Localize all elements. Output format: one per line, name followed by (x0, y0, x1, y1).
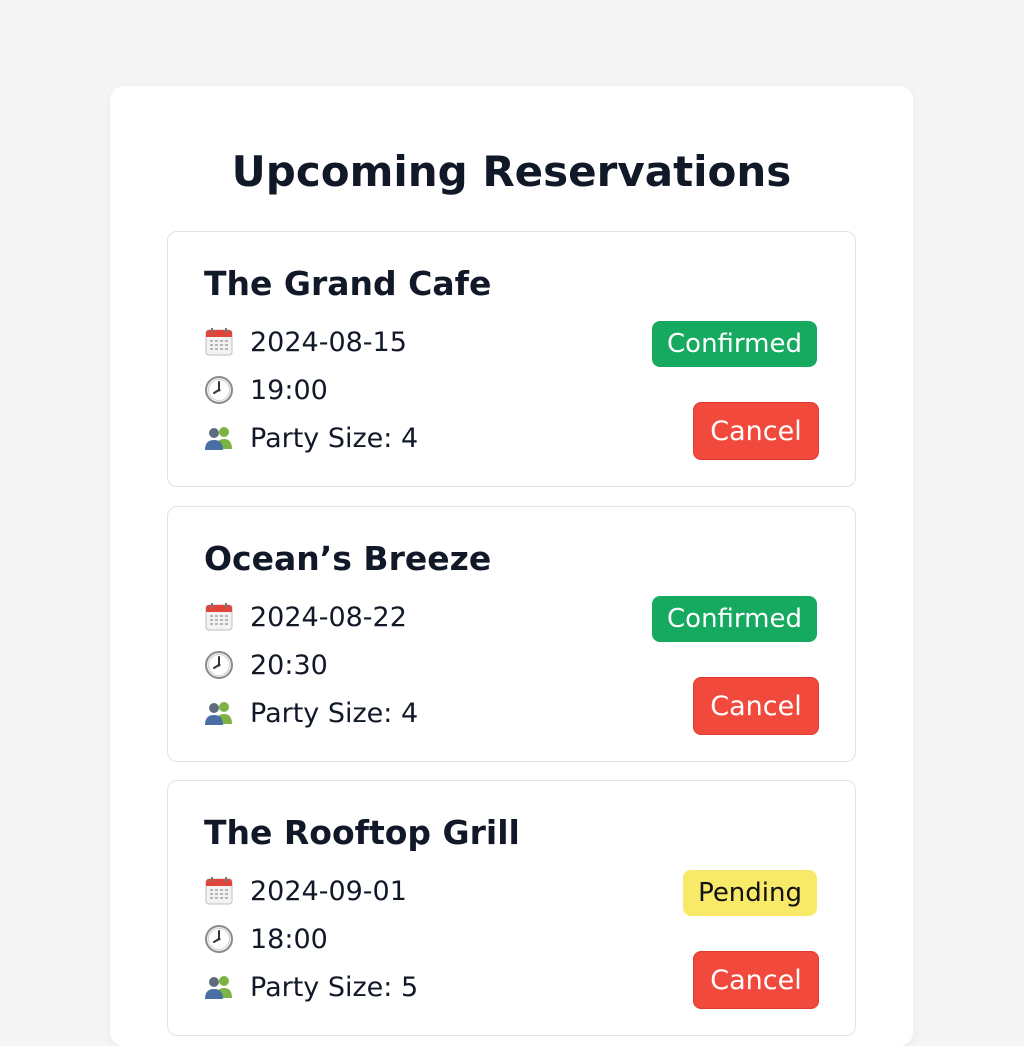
reservation-date: 2024-08-22 (250, 601, 407, 633)
time-row: 20:30 (204, 645, 328, 685)
party-size: Party Size: 4 (250, 422, 419, 454)
party-size: Party Size: 4 (250, 697, 419, 729)
clock-icon (205, 925, 233, 953)
date-row: 2024-09-01 (204, 871, 407, 911)
clock-icon (205, 651, 233, 679)
time-row: 19:00 (204, 370, 328, 410)
cancel-button[interactable]: Cancel (693, 951, 819, 1009)
people-icon (205, 702, 232, 725)
cancel-button[interactable]: Cancel (693, 402, 819, 460)
party-row: Party Size: 4 (204, 418, 418, 458)
status-badge: Confirmed (652, 596, 817, 642)
reservation-date: 2024-09-01 (250, 875, 407, 907)
restaurant-name: The Grand Cafe (204, 264, 492, 303)
status-badge: Confirmed (652, 321, 817, 367)
time-row: 18:00 (204, 919, 328, 959)
party-size: Party Size: 5 (250, 971, 419, 1003)
reservation-card: The Rooftop Grill 2024-09-01 18:00 Party… (167, 780, 856, 1036)
reservation-time: 18:00 (250, 923, 328, 955)
calendar-icon (205, 603, 233, 631)
cancel-button[interactable]: Cancel (693, 677, 819, 735)
page-title: Upcoming Reservations (231, 147, 792, 196)
reservation-time: 19:00 (250, 374, 328, 406)
reservation-time: 20:30 (250, 649, 328, 681)
reservation-card: Ocean’s Breeze 2024-08-22 20:30 Party Si… (167, 506, 856, 762)
reservations-panel: Upcoming Reservations The Grand Cafe 202… (110, 86, 913, 1046)
status-badge: Pending (683, 870, 817, 916)
date-row: 2024-08-22 (204, 597, 407, 637)
party-row: Party Size: 5 (204, 967, 418, 1007)
restaurant-name: The Rooftop Grill (204, 813, 520, 852)
clock-icon (205, 376, 233, 404)
reservation-date: 2024-08-15 (250, 326, 407, 358)
calendar-icon (205, 877, 233, 905)
calendar-icon (205, 328, 233, 356)
people-icon (205, 976, 232, 999)
party-row: Party Size: 4 (204, 693, 418, 733)
people-icon (205, 427, 232, 450)
restaurant-name: Ocean’s Breeze (204, 539, 492, 578)
date-row: 2024-08-15 (204, 322, 407, 362)
reservation-card: The Grand Cafe 2024-08-15 19:00 Party Si… (167, 231, 856, 487)
